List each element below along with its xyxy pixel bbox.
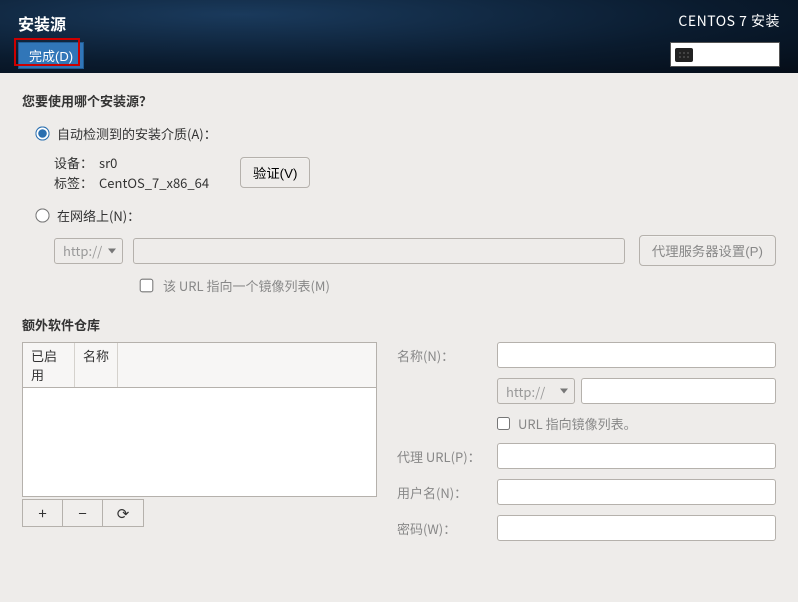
- repo-form: 名称(N)： http:// URL 指向镜像列表。 代理 URL(P)： 用户…: [397, 342, 776, 541]
- repo-pass-input[interactable]: [497, 515, 776, 541]
- url-scheme-select[interactable]: http://: [54, 238, 123, 264]
- col-name-header[interactable]: 名称: [75, 343, 118, 387]
- network-url-row: http:// 代理服务器设置(P): [54, 235, 776, 266]
- tag-label: 标签：: [54, 173, 93, 193]
- extra-repos-title: 额外软件仓库: [22, 315, 776, 334]
- auto-detect-label: 自动检测到的安装介质(A)：: [57, 124, 217, 143]
- keyboard-icon: [675, 48, 693, 62]
- content-area: 您要使用哪个安装源？ 自动检测到的安装介质(A)： 设备： sr0 标签： Ce…: [0, 73, 798, 559]
- add-repo-button[interactable]: +: [23, 500, 63, 526]
- repo-scheme-select[interactable]: http://: [497, 378, 575, 404]
- url-scheme-value: http://: [63, 241, 102, 260]
- network-radio[interactable]: [35, 208, 49, 222]
- col-enabled-header[interactable]: 已启用: [23, 343, 75, 387]
- device-label: 设备：: [54, 153, 93, 173]
- repo-user-input[interactable]: [497, 479, 776, 505]
- tag-value: CentOS_7_x86_64: [99, 173, 209, 193]
- repo-list-panel: 已启用 名称 + − ⟳: [22, 342, 377, 527]
- auto-detect-option-row: 自动检测到的安装介质(A)：: [36, 124, 776, 143]
- repo-pass-label: 密码(W)：: [397, 519, 485, 538]
- refresh-icon: ⟳: [117, 503, 130, 524]
- repo-mirror-row: URL 指向镜像列表。: [497, 414, 776, 433]
- repo-list-toolbar: + − ⟳: [22, 499, 144, 527]
- keyboard-layout-button[interactable]: cn: [670, 42, 780, 67]
- repo-name-label: 名称(N)：: [397, 346, 485, 365]
- repo-list: 已启用 名称: [22, 342, 377, 497]
- repo-list-body[interactable]: [23, 388, 376, 496]
- repo-proxy-input[interactable]: [497, 443, 776, 469]
- repo-list-header: 已启用 名称: [23, 343, 376, 388]
- network-label: 在网络上(N)：: [57, 206, 140, 225]
- device-value: sr0: [99, 153, 117, 173]
- verify-button[interactable]: 验证(V): [240, 157, 310, 188]
- keyboard-layout-label: cn: [699, 45, 714, 64]
- repo-scheme-value: http://: [506, 382, 545, 401]
- network-option-row: 在网络上(N)：: [36, 206, 776, 225]
- repo-name-input[interactable]: [497, 342, 776, 368]
- repo-proxy-label: 代理 URL(P)：: [397, 447, 485, 466]
- page-title: 安装源: [18, 11, 66, 35]
- repo-url-input[interactable]: [581, 378, 776, 404]
- done-button[interactable]: 完成(D): [18, 42, 84, 69]
- mirror-list-label: 该 URL 指向一个镜像列表(M): [163, 276, 330, 295]
- media-detail-block: 设备： sr0 标签： CentOS_7_x86_64 验证(V): [54, 153, 776, 192]
- mirror-list-row: 该 URL 指向一个镜像列表(M): [140, 276, 776, 295]
- extra-repos-row: 已启用 名称 + − ⟳ 名称(N)： http://: [22, 342, 776, 541]
- repo-mirror-label: URL 指向镜像列表。: [518, 414, 637, 433]
- proxy-settings-button[interactable]: 代理服务器设置(P): [639, 235, 776, 266]
- installer-title: CENTOS 7 安装: [678, 11, 780, 31]
- source-question: 您要使用哪个安装源？: [22, 91, 776, 110]
- remove-repo-button[interactable]: −: [63, 500, 103, 526]
- mirror-list-checkbox[interactable]: [140, 279, 154, 293]
- auto-detect-radio[interactable]: [35, 126, 49, 140]
- repo-user-label: 用户名(N)：: [397, 483, 485, 502]
- url-input[interactable]: [133, 238, 625, 264]
- minus-icon: −: [78, 503, 86, 524]
- plus-icon: +: [38, 503, 46, 524]
- refresh-repo-button[interactable]: ⟳: [103, 500, 143, 526]
- header: 安装源 CENTOS 7 安装 完成(D) cn: [0, 0, 798, 73]
- repo-mirror-checkbox[interactable]: [497, 417, 510, 430]
